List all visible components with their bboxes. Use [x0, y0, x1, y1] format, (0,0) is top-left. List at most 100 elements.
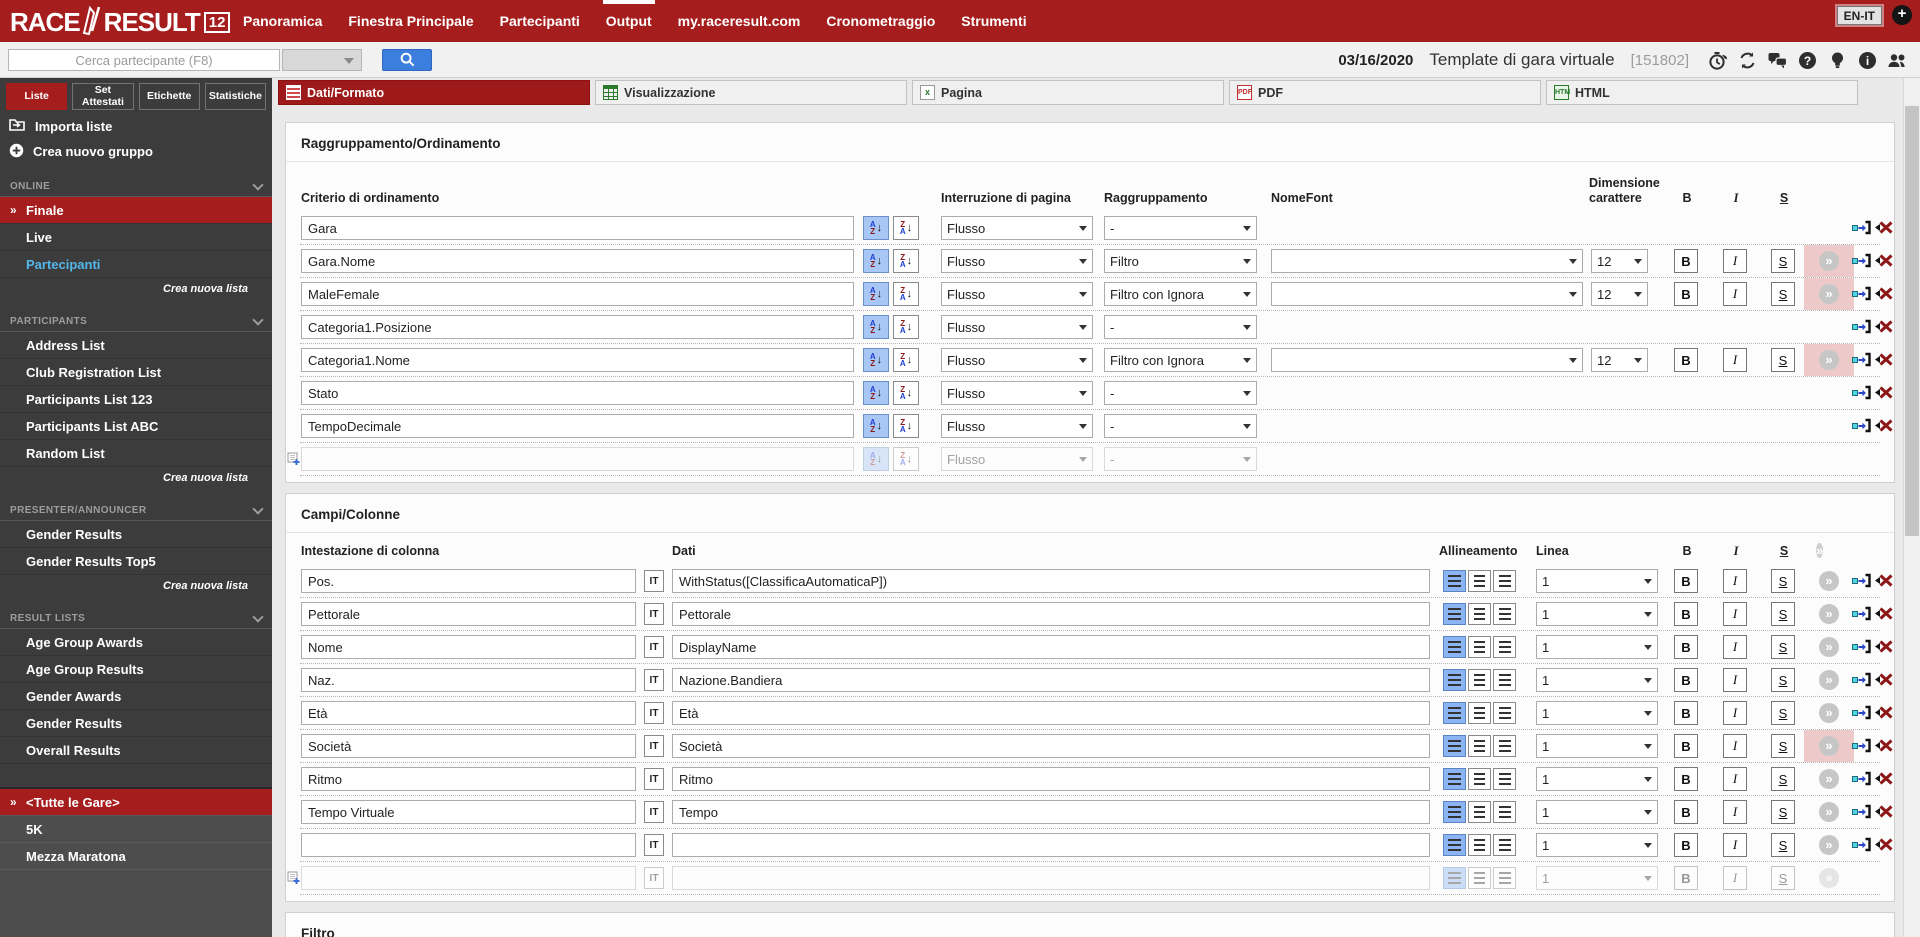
more-options-icon[interactable]: » [1819, 769, 1839, 789]
insert-row-icon[interactable] [1852, 220, 1871, 235]
align-right-button[interactable] [1493, 735, 1516, 757]
delete-row-icon[interactable] [1874, 319, 1893, 334]
font-size-select[interactable]: 12 [1591, 249, 1648, 273]
nav-cronometraggio[interactable]: Cronometraggio [813, 0, 948, 42]
italic-button[interactable]: I [1723, 734, 1747, 758]
sort-descending-button[interactable]: Z A ↓ [893, 249, 919, 273]
line-select[interactable]: 1 [1536, 668, 1658, 692]
align-center-button[interactable] [1468, 636, 1491, 658]
sort-criterion-input[interactable] [301, 447, 854, 471]
create-list-link[interactable]: Crea nuova lista [0, 278, 272, 299]
line-select[interactable]: 1 [1536, 602, 1658, 626]
column-header-input[interactable] [301, 734, 636, 758]
nav-my-raceresult-com[interactable]: my.raceresult.com [665, 0, 814, 42]
sidebar-item-gender-results[interactable]: »Gender Results [0, 521, 272, 548]
align-center-button[interactable] [1468, 702, 1491, 724]
plus-icon[interactable]: + [1892, 5, 1912, 25]
insert-row-icon[interactable] [1852, 606, 1871, 621]
more-options-icon[interactable]: » [1819, 868, 1839, 888]
grouping-select[interactable]: - [1104, 414, 1257, 438]
sidebar-item-participants-list-123[interactable]: »Participants List 123 [0, 386, 272, 413]
language-badge[interactable]: IT [644, 735, 664, 757]
column-header-input[interactable] [301, 701, 636, 725]
insert-row-icon[interactable] [1852, 286, 1871, 301]
sidebar-item-participants-list-abc[interactable]: »Participants List ABC [0, 413, 272, 440]
insert-row-icon[interactable] [1852, 738, 1871, 753]
page-break-select[interactable]: Flusso [941, 216, 1093, 240]
bold-button[interactable]: B [1674, 701, 1698, 725]
more-options-icon[interactable]: » [1819, 251, 1839, 271]
insert-row-icon[interactable] [1852, 352, 1871, 367]
language-badge[interactable]: IT [644, 669, 664, 691]
sidebar-section-online[interactable]: ONLINE [0, 177, 272, 197]
language-toggle-button[interactable]: EN-IT [1836, 6, 1882, 25]
sort-descending-button[interactable]: Z A ↓ [893, 414, 919, 438]
page-break-select[interactable]: Flusso [941, 315, 1093, 339]
column-header-input[interactable] [301, 602, 636, 626]
tab-pagina[interactable]: x Pagina [912, 80, 1224, 105]
add-row-icon[interactable] [287, 452, 300, 471]
more-options-icon[interactable]: » [1819, 571, 1839, 591]
underline-button[interactable]: S [1771, 800, 1795, 824]
delete-row-icon[interactable] [1874, 253, 1893, 268]
sidebar-item-club-registration-list[interactable]: »Club Registration List [0, 359, 272, 386]
align-center-button[interactable] [1468, 669, 1491, 691]
align-center-button[interactable] [1468, 867, 1491, 889]
language-badge[interactable]: IT [644, 834, 664, 856]
font-name-select[interactable] [1271, 282, 1583, 306]
delete-row-icon[interactable] [1874, 385, 1893, 400]
language-badge[interactable]: IT [644, 867, 664, 889]
align-left-button[interactable] [1443, 669, 1466, 691]
search-scope-select[interactable] [282, 49, 362, 71]
sort-ascending-button[interactable]: A Z ↓ [863, 414, 889, 438]
sort-ascending-button[interactable]: A Z ↓ [863, 315, 889, 339]
sort-descending-button[interactable]: Z A ↓ [893, 315, 919, 339]
column-data-input[interactable] [672, 668, 1430, 692]
column-header-input[interactable] [301, 833, 636, 857]
sidebar-item-tutte-le-gare[interactable]: » <Tutte le Gare> [0, 789, 272, 816]
grouping-select[interactable]: Filtro [1104, 249, 1257, 273]
insert-row-icon[interactable] [1852, 385, 1871, 400]
align-center-button[interactable] [1468, 603, 1491, 625]
align-left-button[interactable] [1443, 801, 1466, 823]
grouping-select[interactable]: - [1104, 381, 1257, 405]
italic-button[interactable]: I [1723, 767, 1747, 791]
create-list-link[interactable]: Crea nuova lista [0, 575, 272, 596]
sort-ascending-button[interactable]: A Z ↓ [863, 282, 889, 306]
bold-button[interactable]: B [1674, 348, 1698, 372]
underline-button[interactable]: S [1771, 569, 1795, 593]
nav-output[interactable]: Output [593, 0, 665, 42]
grouping-select[interactable]: - [1104, 315, 1257, 339]
underline-button[interactable]: S [1771, 249, 1795, 273]
bold-button[interactable]: B [1674, 249, 1698, 273]
underline-button[interactable]: S [1771, 635, 1795, 659]
align-left-button[interactable] [1443, 570, 1466, 592]
line-select[interactable]: 1 [1536, 767, 1658, 791]
sidebar-item-mezza-maratona[interactable]: »Mezza Maratona [0, 843, 272, 870]
insert-row-icon[interactable] [1852, 319, 1871, 334]
sidebar-item-age-group-awards[interactable]: »Age Group Awards [0, 629, 272, 656]
more-options-icon[interactable]: » [1819, 835, 1839, 855]
page-break-select[interactable]: Flusso [941, 414, 1093, 438]
help-icon[interactable]: ? [1797, 50, 1818, 71]
create-list-link[interactable]: Crea nuova lista [0, 467, 272, 488]
insert-row-icon[interactable] [1852, 771, 1871, 786]
align-left-button[interactable] [1443, 636, 1466, 658]
insert-row-icon[interactable] [1852, 573, 1871, 588]
italic-button[interactable]: I [1723, 282, 1747, 306]
underline-button[interactable]: S [1771, 734, 1795, 758]
column-data-input[interactable] [672, 635, 1430, 659]
info-icon[interactable]: i [1857, 50, 1878, 71]
add-row-icon[interactable] [287, 871, 300, 890]
more-options-icon[interactable]: » [1819, 284, 1839, 304]
delete-row-icon[interactable] [1874, 672, 1893, 687]
delete-row-icon[interactable] [1874, 606, 1893, 621]
sidebar-item-gender-results[interactable]: »Gender Results [0, 710, 272, 737]
chat-icon[interactable] [1767, 50, 1788, 71]
italic-button[interactable]: I [1723, 635, 1747, 659]
page-break-select[interactable]: Flusso [941, 447, 1093, 471]
align-right-button[interactable] [1493, 570, 1516, 592]
align-right-button[interactable] [1493, 768, 1516, 790]
sort-criterion-input[interactable] [301, 282, 854, 306]
align-center-button[interactable] [1468, 735, 1491, 757]
